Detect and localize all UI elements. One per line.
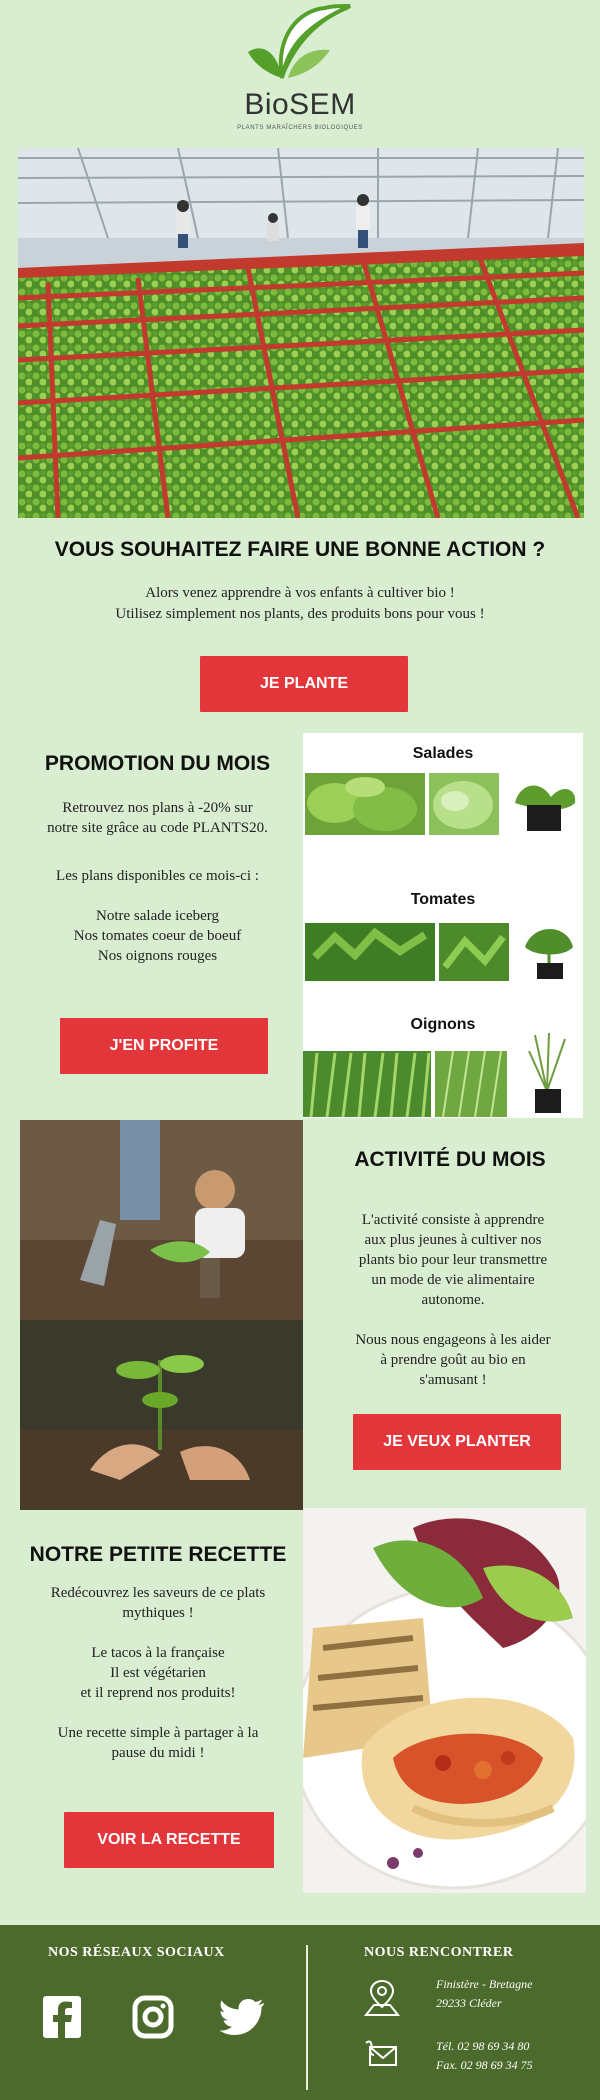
footer-divider bbox=[306, 1945, 308, 2090]
recipe-line: mythiques ! bbox=[122, 1605, 194, 1621]
activity-text: L'activité consiste à apprendre aux plus… bbox=[320, 1210, 586, 1390]
activity-line: s'amusant ! bbox=[419, 1372, 487, 1388]
recipe-line: Le tacos à la française bbox=[91, 1645, 225, 1661]
hands-seedling-photo bbox=[20, 1320, 303, 1510]
je-veux-planter-button[interactable]: JE VEUX PLANTER bbox=[353, 1414, 561, 1470]
salades-photos bbox=[305, 773, 581, 840]
promo-available: Les plans disponibles ce mois-ci : bbox=[56, 868, 259, 884]
hero-line-2: Utilisez simplement nos plants, des prod… bbox=[115, 606, 485, 622]
recipe-line: Redécouvrez les saveurs de ce plats bbox=[50, 1585, 266, 1601]
je-plante-button[interactable]: JE PLANTE bbox=[200, 656, 408, 712]
greenhouse-seedlings-image bbox=[18, 148, 584, 518]
activity-line: Nous nous engageons à les aider bbox=[355, 1332, 551, 1348]
recipe-title: NOTRE PETITE RECETTE bbox=[29, 1543, 287, 1566]
instagram-icon[interactable] bbox=[132, 1995, 174, 2039]
address: Finistère - Bretagne 29233 Cléder bbox=[436, 1975, 532, 2013]
jen-profite-button[interactable]: J'EN PROFITE bbox=[60, 1018, 268, 1074]
activity-line: L'activité consiste à apprendre bbox=[361, 1212, 545, 1228]
brand-tagline: PLANTS MARAÎCHERS BIOLOGIQUES bbox=[237, 125, 363, 131]
category-label-tomates: Tomates bbox=[410, 891, 476, 908]
recipe-text: Redécouvrez les saveurs de ce plats myth… bbox=[18, 1583, 298, 1763]
recipe-line: Une recette simple à partager à la bbox=[57, 1725, 259, 1741]
twitter-icon[interactable] bbox=[219, 1997, 266, 2037]
social-title: NOS RÉSEAUX SOCIAUX bbox=[48, 1945, 225, 1960]
tacos-photo bbox=[303, 1508, 586, 1893]
meet-title: NOUS RENCONTRER bbox=[364, 1945, 514, 1960]
recipe-line: et il reprend nos produits! bbox=[80, 1685, 236, 1701]
hero-text: Alors venez apprendre à vos enfants à cu… bbox=[0, 583, 600, 625]
tomates-photos bbox=[305, 917, 581, 986]
activity-line: plants bio pour leur transmettre bbox=[358, 1252, 548, 1268]
promo-text: Retrouvez nos plans à -20% sur notre sit… bbox=[20, 798, 295, 966]
phone-mail-icon bbox=[364, 2037, 400, 2073]
contact-numbers: Tél. 02 98 69 34 80 Fax. 02 98 69 34 75 bbox=[436, 2037, 533, 2075]
voir-la-recette-button[interactable]: VOIR LA RECETTE bbox=[64, 1812, 274, 1868]
activity-line: un mode de vie alimentaire bbox=[371, 1272, 535, 1288]
oignons-photos bbox=[303, 1031, 583, 1122]
address-line-1: Finistère - Bretagne bbox=[436, 1977, 533, 1991]
facebook-icon[interactable] bbox=[42, 1995, 82, 2039]
promo-line-1: Retrouvez nos plans à -20% sur bbox=[62, 800, 253, 816]
brand-name: BioSEM bbox=[244, 88, 356, 121]
recipe-line: Il est végétarien bbox=[110, 1665, 206, 1681]
promo-title: PROMOTION DU MOIS bbox=[44, 752, 271, 775]
phone-number[interactable]: Tél. 02 98 69 34 80 bbox=[436, 2037, 533, 2056]
child-planting-photo bbox=[20, 1120, 303, 1320]
promo-line-2: notre site grâce au code PLANTS20. bbox=[47, 820, 268, 836]
activity-line: autonome. bbox=[421, 1292, 485, 1308]
promo-item: Notre salade iceberg bbox=[96, 908, 219, 924]
leaf-logo-icon bbox=[248, 4, 351, 79]
promo-item: Nos oignons rouges bbox=[97, 948, 218, 964]
hero-line-1: Alors venez apprendre à vos enfants à cu… bbox=[145, 585, 455, 601]
recipe-line: pause du midi ! bbox=[111, 1745, 205, 1761]
footer: NOS RÉSEAUX SOCIAUX NOUS RENCONTRER Fini… bbox=[0, 1925, 600, 2100]
hero-title: VOUS SOUHAITEZ FAIRE UNE BONNE ACTION ? bbox=[54, 538, 546, 561]
promo-item: Nos tomates coeur de boeuf bbox=[73, 928, 242, 944]
address-line-2: 29233 Cléder bbox=[436, 1996, 502, 2010]
products-panel: Salades Tomates Oignons bbox=[303, 733, 583, 1118]
activity-title: ACTIVITÉ DU MOIS bbox=[354, 1148, 546, 1171]
fax-number: Fax. 02 98 69 34 75 bbox=[436, 2058, 533, 2072]
activity-line: aux plus jeunes à cultiver nos bbox=[364, 1232, 542, 1248]
activity-line: à prendre goût au bio en bbox=[380, 1352, 526, 1368]
location-map-icon bbox=[363, 1977, 401, 2017]
category-label-salades: Salades bbox=[412, 745, 474, 762]
